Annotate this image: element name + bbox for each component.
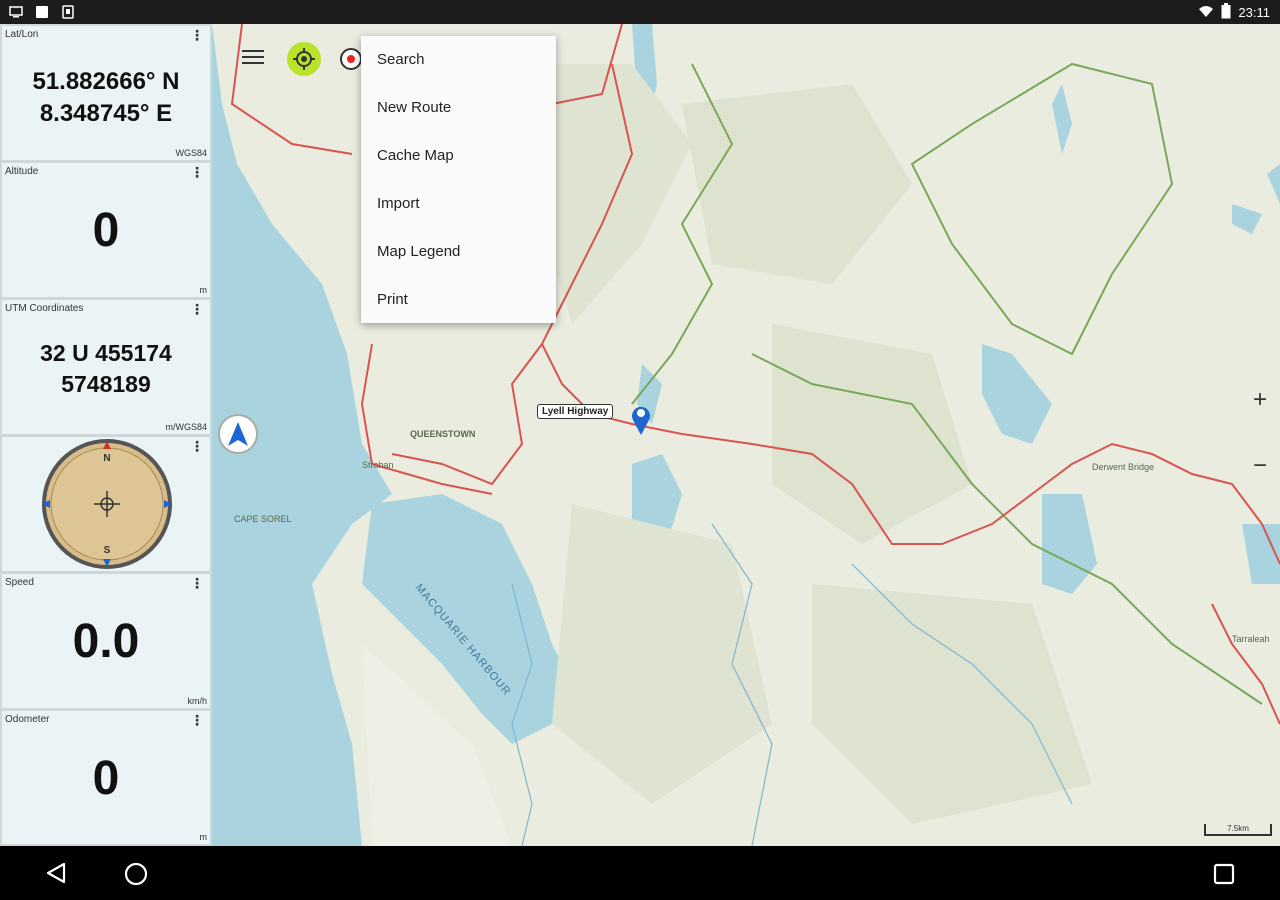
status-time: 23:11: [1238, 5, 1270, 20]
latlon-panel[interactable]: Lat/Lon ⋮ 51.882666° N 8.348745° E WGS84: [2, 26, 210, 160]
screenshot-icon: [8, 4, 24, 20]
scale-bar: 7.5km: [1204, 824, 1272, 836]
compass-panel[interactable]: ⋮ N S: [2, 437, 210, 571]
panel-title: Odometer: [5, 714, 50, 725]
recent-square-icon: [1213, 863, 1235, 885]
menu-button[interactable]: [242, 50, 264, 68]
panel-title: Lat/Lon: [5, 29, 39, 40]
crosshair-icon: [293, 48, 315, 70]
utm-zone-easting: 32 U 455174: [40, 340, 172, 366]
menu-item-map-legend[interactable]: Map Legend: [361, 228, 556, 276]
system-nav-bar: [0, 846, 1280, 900]
panel-title: Altitude: [5, 166, 39, 177]
data-panels-sidebar: Lat/Lon ⋮ 51.882666° N 8.348745° E WGS84…: [0, 24, 212, 846]
panel-value: 51.882666° N 8.348745° E: [2, 66, 210, 130]
back-triangle-icon: [46, 862, 66, 884]
status-bar: 23:11: [0, 0, 1280, 24]
zoom-in-button[interactable]: +: [1248, 386, 1272, 414]
sim-icon: [60, 4, 76, 20]
recent-apps-button[interactable]: [1213, 863, 1235, 890]
panel-unit: m/WGS84: [165, 422, 207, 432]
longitude-value: 8.348745° E: [39, 100, 173, 127]
navigation-arrow-icon: [228, 422, 248, 446]
gps-locate-button[interactable]: [287, 42, 321, 76]
odometer-value: 0: [92, 752, 120, 805]
place-label: CAPE SOREL: [234, 514, 292, 524]
panel-title: Speed: [5, 577, 34, 588]
panel-unit: WGS84: [175, 148, 207, 158]
battery-icon: [1221, 3, 1231, 22]
place-label: Derwent Bridge: [1092, 462, 1155, 472]
menu-item-cache-map[interactable]: Cache Map: [361, 132, 556, 180]
panel-menu-icon[interactable]: ⋮: [190, 713, 204, 727]
home-circle-icon: [124, 862, 148, 886]
panel-menu-icon[interactable]: ⋮: [190, 165, 204, 179]
compass-south-label: S: [104, 545, 111, 556]
altitude-panel[interactable]: Altitude ⋮ 0 m: [2, 163, 210, 297]
status-right: 23:11: [1198, 3, 1270, 22]
place-label: Strahan: [362, 460, 394, 470]
zoom-out-button[interactable]: −: [1248, 452, 1272, 480]
status-left-icons: [8, 4, 76, 20]
panel-unit: m: [199, 832, 208, 842]
panel-unit: km/h: [187, 696, 207, 706]
panel-menu-icon[interactable]: ⋮: [190, 576, 204, 590]
overflow-menu: Search New Route Cache Map Import Map Le…: [361, 36, 556, 323]
panel-title: UTM Coordinates: [5, 303, 84, 314]
speed-value: 0.0: [72, 615, 140, 668]
speed-panel[interactable]: Speed ⋮ 0.0 km/h: [2, 574, 210, 708]
odometer-panel[interactable]: Odometer ⋮ 0 m: [2, 711, 210, 844]
hamburger-icon: [242, 50, 264, 52]
utm-northing: 5748189: [61, 371, 151, 397]
home-button[interactable]: [124, 862, 148, 891]
compass-icon: N S: [42, 439, 172, 569]
menu-item-search[interactable]: Search: [361, 36, 556, 84]
panel-unit: m: [199, 285, 208, 295]
back-button[interactable]: [45, 862, 67, 889]
place-label: QUEENSTOWN: [410, 429, 476, 439]
record-icon: [347, 55, 355, 63]
utm-panel[interactable]: UTM Coordinates ⋮ 32 U 455174 5748189 m/…: [2, 300, 210, 434]
marker-label[interactable]: Lyell Highway: [537, 404, 614, 419]
location-pin-icon[interactable]: [630, 402, 652, 441]
notification-icon: [34, 4, 50, 20]
panel-menu-icon[interactable]: ⋮: [190, 439, 204, 453]
menu-item-import[interactable]: Import: [361, 180, 556, 228]
panel-menu-icon[interactable]: ⋮: [190, 28, 204, 42]
navigation-direction-button[interactable]: [218, 414, 258, 454]
altitude-value: 0: [92, 204, 120, 257]
panel-menu-icon[interactable]: ⋮: [190, 302, 204, 316]
panel-value: 32 U 455174 5748189: [2, 338, 210, 400]
menu-item-print[interactable]: Print: [361, 276, 556, 324]
record-track-button[interactable]: [340, 48, 362, 70]
place-label: Tarraleah: [1232, 634, 1270, 644]
latitude-value: 51.882666° N: [32, 68, 180, 95]
compass-north-label: N: [103, 453, 110, 464]
wifi-icon: [1198, 4, 1214, 21]
menu-item-new-route[interactable]: New Route: [361, 84, 556, 132]
